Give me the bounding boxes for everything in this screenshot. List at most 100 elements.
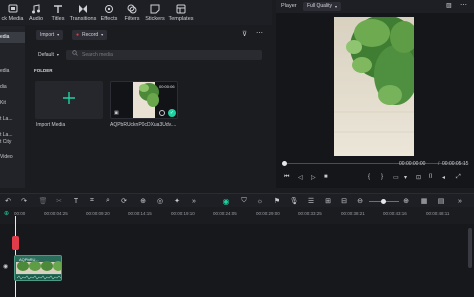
zoom-in-icon[interactable]: ⊕ bbox=[402, 197, 410, 205]
timeline-more-icon[interactable]: » bbox=[456, 197, 464, 205]
timeline-tracks[interactable] bbox=[0, 224, 474, 297]
chevron-down-icon: ▾ bbox=[335, 4, 338, 9]
image-icon[interactable]: ▨ bbox=[446, 2, 452, 9]
display-icon[interactable]: ▭ bbox=[393, 174, 399, 181]
shield-icon[interactable]: ⛉ bbox=[240, 197, 248, 205]
playhead-marker[interactable] bbox=[12, 236, 19, 250]
sidebar-item-kit[interactable]: Kit bbox=[0, 98, 25, 109]
zoom-out-icon[interactable]: ⊖ bbox=[356, 197, 364, 205]
quality-dropdown[interactable]: Full Quality ▾ bbox=[303, 2, 342, 11]
fullscreen-icon[interactable]: ⤢ bbox=[456, 174, 461, 181]
filter-icon[interactable]: ⊽ bbox=[242, 30, 247, 38]
ruler-label: 00:00:29:00 bbox=[256, 211, 280, 216]
zoom-slider[interactable] bbox=[369, 199, 399, 204]
sun-icon[interactable]: ☼ bbox=[256, 197, 264, 205]
ai-icon[interactable]: ◉ bbox=[222, 197, 230, 206]
tool-audio[interactable]: Audio bbox=[25, 0, 47, 25]
split-icon[interactable]: ⊟ bbox=[340, 197, 348, 205]
mark-in-icon[interactable]: { bbox=[368, 174, 370, 180]
ruler-label: 00:00:38:21 bbox=[341, 211, 365, 216]
sidebar-item-media[interactable]: edia bbox=[0, 66, 25, 77]
list-icon[interactable]: ☰ bbox=[307, 197, 315, 205]
volume-icon[interactable]: ◂ bbox=[442, 174, 445, 181]
sidebar-item-stock-media[interactable]: dia bbox=[0, 82, 25, 93]
time-separator: / bbox=[438, 161, 440, 167]
media-library-panel: Import ▾ ● Record ▾ ⊽ ⋯ Default ▾ Search… bbox=[28, 26, 272, 188]
tool-effects[interactable]: Effects bbox=[97, 0, 121, 25]
import-label: Import bbox=[40, 32, 55, 38]
tool-filters[interactable]: Filters bbox=[121, 0, 143, 25]
tool-filters-label: Filters bbox=[124, 16, 140, 22]
prev-frame-icon[interactable]: ⏮ bbox=[284, 174, 289, 181]
folder-heading: FOLDER bbox=[34, 68, 53, 73]
sidebar-item-project-media[interactable]: edia bbox=[0, 32, 25, 43]
cut-icon[interactable]: ✂ bbox=[55, 197, 63, 205]
render-icon[interactable]: ▾ bbox=[404, 174, 407, 181]
more-icon[interactable]: ⋯ bbox=[256, 29, 263, 37]
zoom-icon[interactable]: ⊕ bbox=[139, 197, 147, 205]
step-back-icon[interactable]: ◁ bbox=[298, 174, 303, 181]
tool-transitions[interactable]: Transitions bbox=[69, 0, 97, 25]
sidebar-item-a[interactable]: t La... bbox=[0, 114, 25, 125]
rotate-icon[interactable]: ⟳ bbox=[120, 197, 128, 205]
search-placeholder: Search media bbox=[82, 52, 113, 58]
timeline-scrollbar[interactable] bbox=[468, 228, 472, 268]
clip-used-icon bbox=[159, 110, 165, 116]
crop-icon[interactable]: ⌗ bbox=[88, 197, 96, 205]
record-dropdown[interactable]: ● Record ▾ bbox=[72, 30, 108, 40]
undo-icon[interactable]: ↶ bbox=[4, 197, 12, 205]
audio-icon bbox=[30, 3, 42, 14]
tool-transitions-label: Transitions bbox=[69, 16, 97, 22]
effects-icon[interactable]: ✦ bbox=[173, 197, 181, 205]
sidebar-item-video[interactable]: Video bbox=[0, 152, 25, 163]
import-dropdown[interactable]: Import ▾ bbox=[36, 30, 64, 40]
tool-audio-label: Audio bbox=[28, 16, 44, 22]
transitions-icon bbox=[77, 3, 89, 14]
import-media-label: Import Media bbox=[36, 122, 66, 128]
tool-templates[interactable]: Templates bbox=[167, 0, 195, 25]
total-time: 00:00:05:15 bbox=[442, 161, 469, 167]
play-icon[interactable]: ▷ bbox=[311, 174, 316, 181]
search-input[interactable]: Search media bbox=[66, 50, 262, 60]
speed-icon[interactable]: ◎ bbox=[156, 197, 164, 205]
search-icon[interactable]: ⌕ bbox=[104, 197, 112, 205]
timeline-ruler[interactable]: ⊕ 00:00 00:00:04:25 00:00:09:20 00:00:14… bbox=[0, 208, 474, 224]
text-icon[interactable]: T bbox=[72, 197, 80, 205]
effects-icon bbox=[103, 3, 115, 14]
timeline-video-clip[interactable]: AQPbRU... bbox=[14, 255, 62, 281]
marker-icon[interactable]: ⚑ bbox=[273, 197, 281, 205]
import-media-tile[interactable] bbox=[35, 81, 103, 119]
quality-label: Full Quality bbox=[307, 3, 333, 9]
sort-dropdown[interactable]: Default ▾ bbox=[34, 50, 63, 60]
record-label: Record bbox=[82, 32, 99, 38]
video-preview[interactable] bbox=[334, 17, 414, 156]
tool-media[interactable]: ck Media bbox=[0, 0, 25, 25]
zoom-slider-handle[interactable] bbox=[381, 199, 386, 204]
player-panel: Player Full Quality ▾ ▨ ⋯ 00:00:00:00 / … bbox=[276, 0, 474, 188]
sort-label: Default bbox=[38, 52, 54, 58]
media-clip-thumbnail[interactable]: 00:00:06 ▣ ✓ bbox=[110, 81, 178, 119]
tool-stickers[interactable]: Stickers bbox=[143, 0, 167, 25]
more-icon[interactable]: ⋯ bbox=[460, 1, 467, 9]
delete-icon[interactable]: 🗑 bbox=[39, 197, 48, 205]
snap-icon[interactable]: ⊞ bbox=[324, 197, 332, 205]
add-track-icon[interactable]: ⊕ bbox=[4, 210, 9, 217]
stop-icon[interactable]: ■ bbox=[324, 174, 328, 180]
camera-icon[interactable]: ⌷ bbox=[429, 174, 433, 181]
scrub-handle[interactable] bbox=[282, 161, 287, 166]
media-toolbar: ck Media Audio Titles Transitions Effect… bbox=[0, 0, 272, 25]
ruler-label: 00:00:33:25 bbox=[298, 211, 322, 216]
mic-icon[interactable]: 🎙 bbox=[290, 197, 299, 205]
mark-out-icon[interactable]: } bbox=[381, 174, 383, 180]
more-tools-icon[interactable]: » bbox=[190, 197, 198, 205]
eye-icon[interactable]: ◉ bbox=[3, 263, 8, 270]
snapshot-icon[interactable]: ⊡ bbox=[416, 174, 421, 181]
search-icon bbox=[72, 50, 78, 60]
sidebar-item-city[interactable]: t City bbox=[0, 137, 25, 148]
player-header: Player Full Quality ▾ ▨ ⋯ bbox=[276, 0, 474, 13]
grid-icon[interactable]: ▦ bbox=[420, 197, 428, 205]
layout-icon[interactable]: ▤ bbox=[437, 197, 445, 205]
clip-label: AQPbRU... bbox=[19, 257, 39, 262]
tool-titles[interactable]: Titles bbox=[47, 0, 69, 25]
redo-icon[interactable]: ↷ bbox=[20, 197, 28, 205]
